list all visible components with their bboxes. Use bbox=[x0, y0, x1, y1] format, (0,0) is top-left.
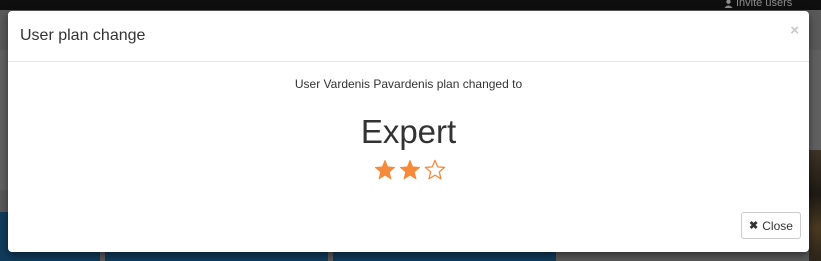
modal-footer: ✖ Close bbox=[8, 202, 809, 252]
plan-change-modal: User plan change × User Vardenis Pavarde… bbox=[8, 11, 809, 252]
star-filled-icon bbox=[374, 159, 396, 180]
invite-users-link: Invite users bbox=[736, 0, 793, 9]
plan-star-rating bbox=[374, 159, 446, 183]
close-icon[interactable]: × bbox=[790, 23, 799, 38]
close-button[interactable]: ✖ Close bbox=[741, 212, 801, 239]
plan-name: Expert bbox=[360, 113, 457, 150]
close-button-label: Close bbox=[762, 218, 793, 233]
modal-body: User Vardenis Pavardenis plan changed to… bbox=[8, 62, 809, 202]
times-icon: ✖ bbox=[749, 219, 759, 232]
background-top-bar: Invite users bbox=[0, 0, 821, 10]
star-filled-icon bbox=[399, 159, 421, 180]
modal-title: User plan change bbox=[20, 27, 146, 44]
background-panel-left bbox=[0, 50, 8, 190]
plan-change-message: User Vardenis Pavardenis plan changed to bbox=[294, 77, 523, 91]
modal-header: User plan change × bbox=[8, 11, 809, 62]
star-empty-icon bbox=[424, 159, 446, 180]
